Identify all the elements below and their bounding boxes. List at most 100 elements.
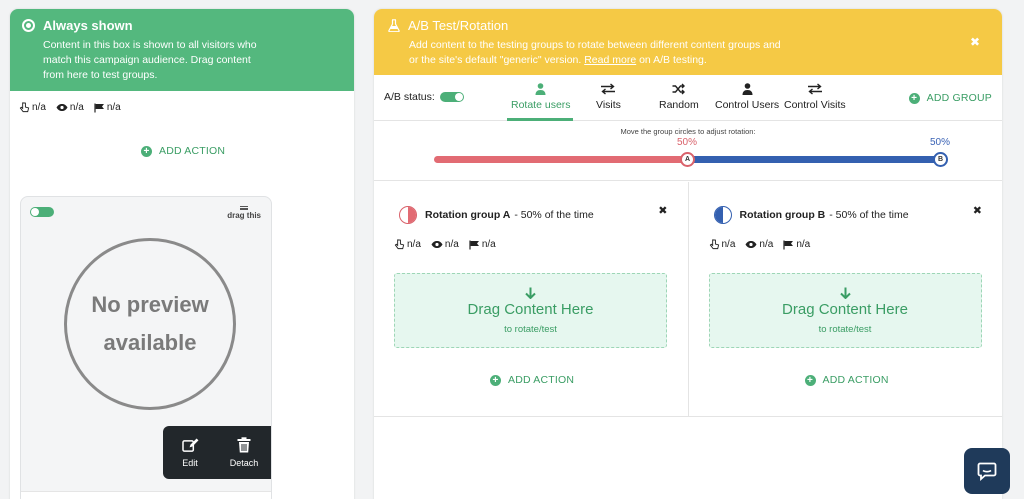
group-a-drop-zone[interactable]: Drag Content Here to rotate/test	[394, 273, 667, 348]
edit-label: Edit	[182, 457, 198, 468]
shuffle-icon	[672, 83, 685, 95]
ab-test-header: A/B Test/Rotation Add content to the tes…	[374, 9, 1002, 75]
group-a-handle[interactable]: A	[680, 152, 695, 167]
ab-status-label: A/B status:	[384, 91, 435, 103]
tab-visits[interactable]: Visits	[596, 83, 621, 111]
card-action-bar: Edit Detach	[163, 426, 271, 479]
eye-icon	[431, 241, 443, 248]
group-b-handle[interactable]: B	[933, 152, 948, 167]
plus-circle-icon: +	[490, 374, 501, 386]
group-b-name: Rotation group B	[739, 209, 826, 221]
rotation-group-b: Rotation group B - 50% of the time ✖ n/a…	[687, 182, 1003, 416]
group-a-title: Rotation group A - 50% of the time	[399, 206, 594, 224]
clicks-stat: n/a	[19, 102, 46, 113]
always-shown-title: Always shown	[43, 18, 133, 33]
card-footer	[21, 491, 271, 499]
add-action-label: ADD ACTION	[508, 374, 575, 386]
group-b-title: Rotation group B - 50% of the time	[713, 206, 909, 224]
group-b-stats: n/a n/a n/a	[709, 239, 821, 250]
desc-line-3: from here to test groups.	[43, 69, 158, 81]
group-a-name: Rotation group A	[425, 209, 511, 221]
add-group-button[interactable]: + ADD GROUP	[908, 92, 992, 104]
add-action-button[interactable]: + ADD ACTION	[141, 145, 225, 157]
read-more-link[interactable]: Read more	[584, 54, 636, 66]
group-b-add-action-button[interactable]: + ADD ACTION	[804, 374, 889, 386]
no-preview-line-2: available	[103, 330, 197, 355]
group-a-share-text: - 50% of the time	[514, 209, 594, 221]
tab-label: Visits	[596, 99, 621, 111]
exchange-icon	[807, 83, 822, 95]
drop-zone-title: Drag Content Here	[782, 300, 908, 318]
edit-button[interactable]: Edit	[163, 426, 217, 479]
close-icon[interactable]: ✖	[970, 35, 980, 49]
pointer-icon	[709, 239, 719, 250]
tab-control-visits[interactable]: Control Visits	[784, 83, 846, 111]
conversions-stat: n/a	[783, 239, 810, 250]
tab-label: Rotate users	[511, 99, 571, 111]
group-a-share-bar	[434, 156, 688, 163]
clicks-value: n/a	[407, 239, 421, 250]
group-b-percent: 50%	[930, 137, 951, 148]
add-action-label: ADD ACTION	[822, 374, 889, 386]
plus-circle-icon: +	[908, 92, 920, 104]
always-shown-header: Always shown Content in this box is show…	[10, 9, 354, 91]
desc-line-2: match this campaign audience. Drag conte…	[43, 54, 251, 66]
always-shown-stats: n/a n/a n/a	[19, 102, 131, 113]
drop-zone-subtitle: to rotate/test	[818, 323, 872, 335]
group-a-stats: n/a n/a n/a	[394, 239, 506, 250]
remove-group-a-icon[interactable]: ✖	[658, 204, 667, 217]
views-stat: n/a	[745, 239, 773, 250]
tab-rotate-users[interactable]: Rotate users	[511, 83, 571, 111]
add-action-label: ADD ACTION	[159, 145, 226, 157]
always-shown-title-row: Always shown	[22, 18, 340, 33]
half-circle-icon	[713, 206, 732, 224]
tab-label: Control Users	[715, 99, 780, 111]
plus-circle-icon: +	[804, 374, 816, 386]
plus-circle-icon: +	[141, 145, 152, 157]
conversions-stat: n/a	[94, 102, 121, 113]
ab-desc-part-1: Add content to the testing groups to rot…	[409, 39, 781, 51]
rotation-groups: Rotation group A - 50% of the time ✖ n/a…	[374, 182, 1002, 417]
half-circle-icon	[399, 206, 417, 224]
rotation-mode-tabs: A/B status: Rotate users Visits Random C…	[374, 75, 1002, 121]
remove-group-b-icon[interactable]: ✖	[973, 204, 982, 217]
detach-label: Detach	[229, 458, 259, 468]
user-icon	[742, 83, 753, 95]
drop-zone-subtitle: to rotate/test	[504, 323, 557, 335]
tab-random[interactable]: Random	[659, 83, 699, 111]
pointer-icon	[19, 102, 30, 113]
always-shown-panel: Always shown Content in this box is show…	[10, 9, 354, 499]
target-icon	[22, 19, 35, 32]
flag-icon	[94, 103, 104, 112]
tab-label: Random	[659, 99, 699, 111]
group-b-drop-zone[interactable]: Drag Content Here to rotate/test	[708, 273, 982, 348]
eye-icon	[56, 104, 68, 111]
clicks-stat: n/a	[709, 239, 735, 250]
flask-icon	[388, 19, 400, 32]
ab-desc-part-2: or the site's default "generic" version.	[409, 54, 582, 66]
group-a-add-action-button[interactable]: + ADD ACTION	[490, 374, 574, 386]
group-b-share-text: - 50% of the time	[829, 209, 909, 221]
content-card[interactable]: drag this No preview available Edit Deta…	[20, 196, 272, 499]
ab-status-toggle[interactable]	[439, 92, 464, 102]
content-enabled-toggle[interactable]	[30, 207, 54, 217]
add-group-label: ADD GROUP	[926, 92, 992, 104]
exchange-icon	[601, 83, 616, 95]
drag-handle[interactable]: drag this	[227, 206, 261, 220]
tab-label: Control Visits	[784, 99, 846, 111]
ab-test-title: A/B Test/Rotation	[408, 18, 509, 33]
rotation-group-a: Rotation group A - 50% of the time ✖ n/a…	[374, 182, 688, 416]
user-icon	[535, 83, 546, 95]
slider-caption: Move the group circles to adjust rotatio…	[620, 127, 756, 136]
group-a-percent: 50%	[677, 137, 698, 148]
no-preview-line-1: No preview	[91, 292, 209, 317]
flag-icon	[469, 240, 479, 249]
ab-status: A/B status:	[384, 91, 464, 103]
tab-control-users[interactable]: Control Users	[715, 83, 779, 111]
drop-zone-title: Drag Content Here	[467, 300, 594, 318]
clicks-value: n/a	[32, 102, 46, 113]
ab-test-description: Add content to the testing groups to rot…	[409, 38, 829, 68]
chat-widget-button[interactable]	[964, 448, 1010, 494]
conversions-stat: n/a	[469, 239, 496, 250]
detach-button[interactable]: Detach	[217, 426, 271, 479]
